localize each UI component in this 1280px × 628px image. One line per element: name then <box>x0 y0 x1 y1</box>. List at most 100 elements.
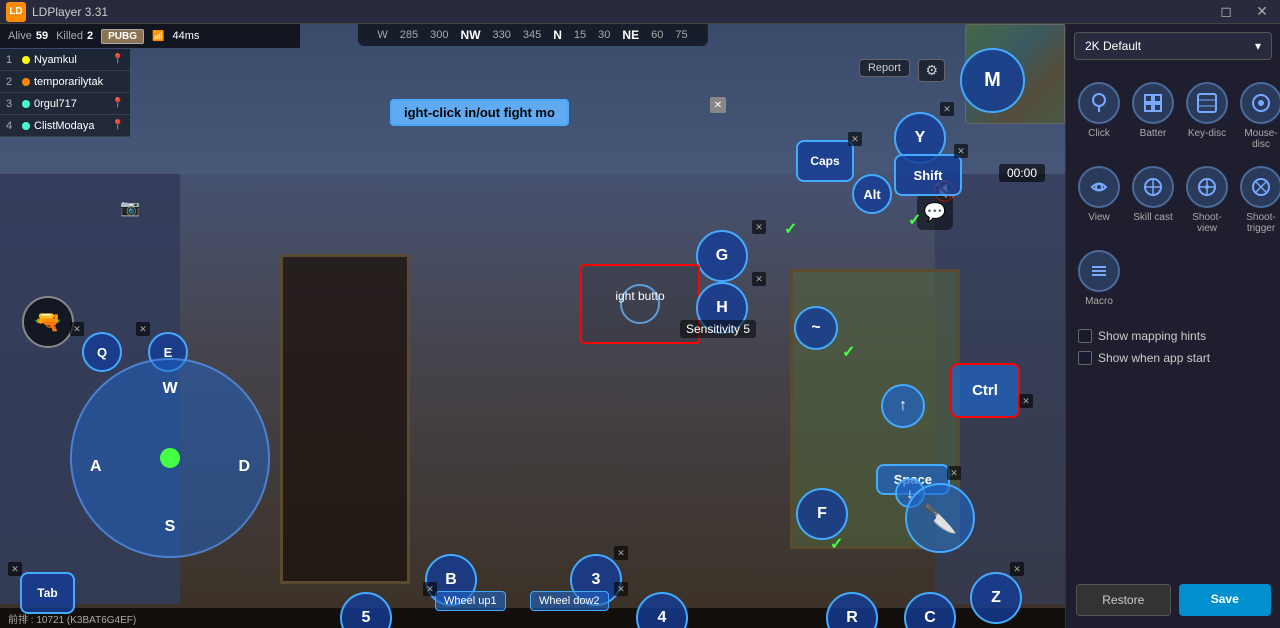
show-hints-checkbox[interactable] <box>1078 329 1092 343</box>
pubg-badge: PUBG <box>101 29 144 44</box>
show-on-start-checkbox-row[interactable]: Show when app start <box>1078 351 1268 365</box>
view-label: View <box>1088 212 1110 223</box>
player-3-name: 0rgul717 <box>34 98 108 110</box>
show-on-start-checkbox[interactable] <box>1078 351 1092 365</box>
key-m-label: M <box>984 69 1001 92</box>
key-y-close[interactable]: ✕ <box>940 102 954 116</box>
key-z-close[interactable]: ✕ <box>1010 562 1024 576</box>
key-z-label: Z <box>991 589 1001 607</box>
green-tick-3: ✓ <box>842 342 855 362</box>
green-tick-2: ✓ <box>784 219 797 239</box>
key-ctrl-button[interactable]: Ctrl <box>950 363 1020 418</box>
chat-button[interactable]: 💬 <box>917 194 953 230</box>
key-q-close[interactable]: ✕ <box>70 322 84 336</box>
resolution-dropdown[interactable]: 2K Default ▾ <box>1074 32 1272 60</box>
icon-click[interactable]: Click <box>1074 76 1124 156</box>
icon-shoot-trigger[interactable]: Shoot-trigger <box>1236 160 1280 240</box>
show-hints-label: Show mapping hints <box>1098 329 1206 343</box>
move-d-label: D <box>238 458 250 476</box>
key-tab-close[interactable]: ✕ <box>8 562 22 576</box>
icon-batter[interactable]: Batter <box>1128 76 1178 156</box>
compass-300: 300 <box>430 29 448 41</box>
save-button[interactable]: Save <box>1179 584 1272 616</box>
key-alt-button[interactable]: Alt <box>852 174 892 214</box>
batter-icon <box>1132 82 1174 124</box>
skill-cast-icon <box>1132 166 1174 208</box>
move-s-label: S <box>165 518 176 536</box>
compass-w: W <box>377 29 387 41</box>
player-3-num: 3 <box>6 98 18 110</box>
green-tick-4: ✓ <box>830 534 843 554</box>
alive-label: Alive <box>8 30 32 42</box>
key-tab-button[interactable]: Tab <box>20 572 75 614</box>
shoot-trigger-icon <box>1240 166 1280 208</box>
alive-count: 59 <box>36 30 48 42</box>
alive-status: Alive 59 <box>8 30 48 42</box>
batter-label: Batter <box>1140 128 1167 139</box>
green-tick-1: ✓ <box>908 210 921 230</box>
panel-bottom-buttons: Restore Save <box>1066 584 1280 616</box>
movement-joystick[interactable]: W A S D <box>70 358 270 558</box>
close-window-button[interactable]: ✕ <box>1244 0 1280 24</box>
show-hints-checkbox-row[interactable]: Show mapping hints <box>1078 329 1268 343</box>
key-arrow-up-button[interactable]: ↑ <box>881 384 925 428</box>
key-g-button[interactable]: G <box>696 230 748 282</box>
skill-cast-label: Skill cast <box>1133 212 1172 223</box>
resolution-label: 2K Default <box>1085 39 1141 53</box>
icon-macro[interactable]: Macro <box>1074 244 1124 313</box>
key-3-close[interactable]: ✕ <box>614 546 628 560</box>
settings-button[interactable]: ⚙ <box>918 59 945 82</box>
key-space-close[interactable]: ✕ <box>947 466 961 480</box>
macro-icon <box>1078 250 1120 292</box>
key-r-label: R <box>846 609 858 627</box>
key-wheelup-close[interactable]: ✕ <box>423 582 437 596</box>
key-q-button[interactable]: Q <box>82 332 122 372</box>
key-f-button[interactable]: F <box>796 488 848 540</box>
player-item-2: 2 temporarilytak <box>0 71 130 93</box>
key-ctrl-close[interactable]: ✕ <box>1019 394 1033 408</box>
restore-button[interactable]: Restore <box>1076 584 1171 616</box>
killed-count: 2 <box>87 30 93 42</box>
macro-label: Macro <box>1085 296 1113 307</box>
killed-label: Killed <box>56 30 83 42</box>
icon-skill-cast[interactable]: Skill cast <box>1128 160 1178 240</box>
wheel-up-label[interactable]: Wheel up1 <box>435 591 506 611</box>
wheel-down-label[interactable]: Wheel dow2 <box>530 591 609 611</box>
icon-view[interactable]: View <box>1074 160 1124 240</box>
tooltip-close-button[interactable]: ✕ <box>710 97 726 113</box>
view-icon <box>1078 166 1120 208</box>
report-button[interactable]: Report <box>859 59 910 77</box>
app-title: LDPlayer 3.31 <box>32 5 108 19</box>
key-e-close[interactable]: ✕ <box>136 322 150 336</box>
right-panel: 2K Default ▾ Click Batter Key-disc <box>1065 24 1280 628</box>
player-2-num: 2 <box>6 76 18 88</box>
key-caps-button[interactable]: Caps <box>796 140 854 182</box>
key-tilde-button[interactable]: ~ <box>794 306 838 350</box>
key-h-close[interactable]: ✕ <box>752 272 766 286</box>
icon-shoot-view[interactable]: Shoot-view <box>1182 160 1232 240</box>
restore-window-button[interactable]: ◻ <box>1208 0 1244 24</box>
key-z-button[interactable]: Z <box>970 572 1022 624</box>
player-item-1: 1 Nyamkul 📍 <box>0 49 130 71</box>
window-controls: ◻ ✕ <box>1208 0 1280 24</box>
key-shift-close[interactable]: ✕ <box>954 144 968 158</box>
knife-button[interactable]: 🔪 <box>905 483 975 553</box>
compass-n: N <box>553 28 562 42</box>
click-label: Click <box>1088 128 1110 139</box>
icon-mouse-disc[interactable]: Mouse-disc <box>1236 76 1280 156</box>
player-1-dot <box>22 56 30 64</box>
compass-30: 30 <box>598 29 610 41</box>
compass-nw: NW <box>461 28 481 42</box>
key-m-button[interactable]: M <box>960 48 1025 113</box>
match-timer: 00:00 <box>999 164 1045 182</box>
key-ctrl-label: Ctrl <box>972 382 998 399</box>
player-1-num: 1 <box>6 54 18 66</box>
ping-display: 44ms <box>172 30 199 42</box>
key-wheeldown-close[interactable]: ✕ <box>614 582 628 596</box>
key-caps-close[interactable]: ✕ <box>848 132 862 146</box>
key-shift-button[interactable]: Shift <box>894 154 962 196</box>
key-g-close[interactable]: ✕ <box>752 220 766 234</box>
compass-75: 75 <box>675 29 687 41</box>
icon-key-disc[interactable]: Key-disc <box>1182 76 1232 156</box>
player-4-name: ClistModaya <box>34 120 108 132</box>
